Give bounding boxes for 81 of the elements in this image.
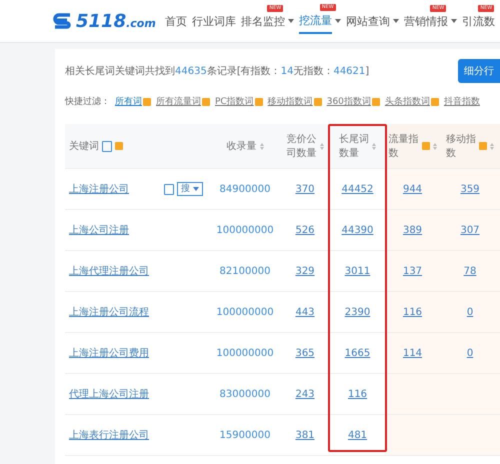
help-icon[interactable]: [314, 98, 322, 106]
index-count: 15900000: [220, 430, 270, 440]
metric-link[interactable]: 78: [464, 266, 476, 276]
summary-text: ]: [365, 66, 370, 76]
help-icon[interactable]: [422, 142, 430, 150]
help-icon[interactable]: [479, 142, 487, 150]
nav-item[interactable]: 网站查询: [346, 10, 390, 32]
summary-text: 条记录[有指数：: [206, 64, 281, 78]
help-icon[interactable]: [254, 98, 263, 106]
metric-link[interactable]: 44452: [342, 184, 374, 194]
metric-link[interactable]: 1665: [344, 348, 370, 358]
metric-link[interactable]: 365: [295, 348, 315, 358]
search-dropdown[interactable]: 搜: [177, 182, 203, 196]
nav-item[interactable]: 引流数: [462, 10, 495, 32]
index-count: 84900000: [220, 184, 270, 194]
nav-item[interactable]: 排名监控: [240, 10, 285, 32]
filter-link[interactable]: 移动指数词: [268, 95, 313, 108]
site-logo[interactable]: 5118.com: [52, 10, 156, 32]
nav-item[interactable]: 行业词库: [192, 10, 236, 32]
filter-link[interactable]: 头条指数词: [384, 95, 430, 108]
metric-link[interactable]: 526: [295, 224, 315, 236]
nav-item[interactable]: 营销情报: [404, 10, 448, 32]
filter-link[interactable]: 抖音指数: [444, 95, 480, 108]
help-icon[interactable]: [115, 142, 123, 150]
filter-link[interactable]: PC指数词: [215, 95, 254, 108]
metric-link[interactable]: 0: [466, 306, 474, 318]
metric-link[interactable]: 443: [295, 306, 315, 318]
summary-text: 相关长尾词关键词共找到: [65, 64, 175, 78]
sort-icon[interactable]: [320, 142, 324, 150]
metric-link[interactable]: 137: [402, 266, 422, 276]
index-count: 83000000: [220, 388, 270, 400]
metric-link[interactable]: 114: [402, 348, 422, 358]
metric-link[interactable]: 116: [348, 388, 368, 400]
metric-link[interactable]: 359: [460, 184, 480, 194]
index-count: 100000000: [216, 306, 274, 318]
copy-icon[interactable]: [102, 140, 112, 152]
keyword-link[interactable]: 上海注册公司流程: [69, 305, 149, 319]
nav-item[interactable]: 首页: [164, 10, 187, 32]
filter-link[interactable]: 所有词: [115, 95, 142, 108]
metric-link[interactable]: 243: [295, 388, 315, 400]
metric-link[interactable]: 370: [295, 184, 315, 194]
metric-link[interactable]: 2390: [344, 306, 370, 318]
filter-link[interactable]: 360指数词: [326, 95, 371, 108]
keyword-link[interactable]: 上海公司注册: [69, 223, 129, 237]
metric-link[interactable]: 307: [460, 224, 480, 236]
sort-icon[interactable]: [260, 142, 264, 150]
metric-link[interactable]: 44390: [342, 224, 374, 236]
metric-link[interactable]: 0: [466, 348, 474, 358]
filter-label: 快捷过滤：: [65, 96, 110, 108]
record-count: 44635: [175, 66, 207, 76]
sort-icon[interactable]: [432, 142, 436, 150]
index-count: 100000000: [216, 348, 274, 358]
help-icon[interactable]: [202, 98, 210, 106]
metric-link[interactable]: 3011: [344, 266, 370, 276]
keyword-link[interactable]: 代理上海公司注册: [69, 387, 149, 401]
help-icon[interactable]: [372, 98, 380, 106]
segment-industry-button[interactable]: 细分行: [458, 59, 500, 83]
metric-link[interactable]: 329: [295, 266, 315, 276]
metric-link[interactable]: 944: [402, 184, 422, 194]
keyword-link[interactable]: 上海表行注册公司: [69, 428, 149, 442]
index-count: 100000000: [216, 224, 274, 236]
metric-link[interactable]: 116: [402, 306, 422, 318]
column-header[interactable]: 收录量: [226, 139, 256, 153]
sort-icon[interactable]: [490, 142, 494, 150]
keyword-link[interactable]: 上海代理注册公司: [69, 264, 149, 278]
caret-icon: [193, 187, 199, 191]
record-count: 44621: [333, 66, 366, 76]
help-icon[interactable]: [430, 98, 439, 106]
copy-icon[interactable]: [164, 184, 174, 194]
keyword-link[interactable]: 上海注册公司费用: [69, 346, 149, 360]
metric-link[interactable]: 389: [402, 224, 422, 236]
summary-text: 无指数：: [293, 64, 334, 78]
record-count: 14: [280, 66, 294, 76]
sort-icon[interactable]: [372, 142, 376, 150]
index-count: 82100000: [220, 266, 270, 276]
help-icon[interactable]: [143, 98, 151, 106]
column-header: 关键词: [69, 140, 99, 153]
metric-link[interactable]: 481: [348, 430, 368, 440]
metric-link[interactable]: 381: [295, 430, 315, 440]
filter-link[interactable]: 所有流量词: [156, 95, 201, 108]
keyword-link[interactable]: 上海注册公司: [69, 182, 129, 196]
